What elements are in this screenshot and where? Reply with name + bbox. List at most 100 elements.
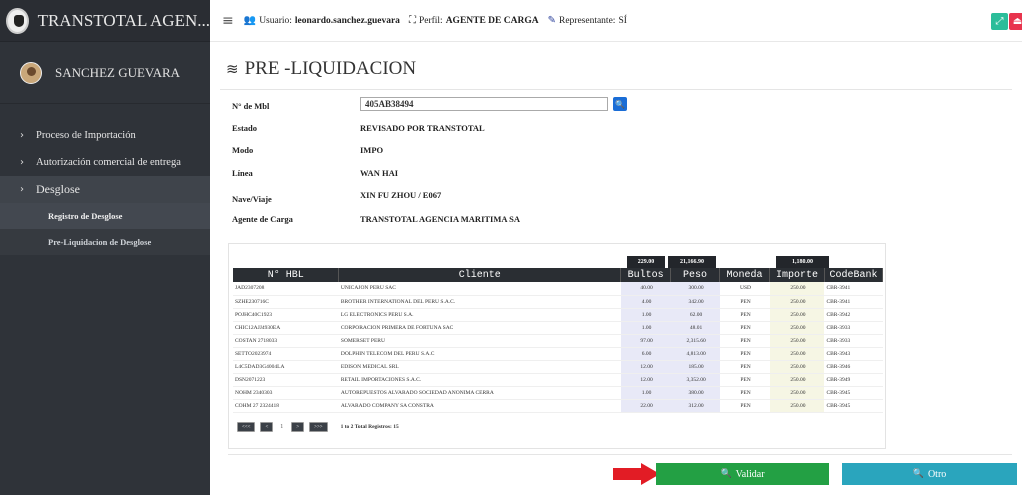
moneda-cell: PEN <box>719 360 770 374</box>
next-page-button[interactable]: > <box>291 422 305 432</box>
logout-icon[interactable]: ⏏ <box>1009 13 1022 30</box>
sidebar-item-proceso-importacion[interactable]: › Proceso de Importación <box>0 122 210 149</box>
profile-label: Perfil: <box>418 15 443 26</box>
hbl-cell: L4C5DAD3G4004LA <box>233 360 339 374</box>
sidebar-menu: › Proceso de Importación › Autorización … <box>0 122 210 255</box>
codebank-cell: CBR-3933 <box>824 334 883 348</box>
total-bultos: 229.00 <box>627 256 665 268</box>
total-importe: 1,180.00 <box>776 256 829 268</box>
peso-cell: 312.00 <box>670 399 720 413</box>
codebank-cell: CBR-3946 <box>824 360 883 374</box>
moneda-cell: PEN <box>719 386 770 400</box>
moneda-cell: PEN <box>719 373 770 387</box>
brand-logo <box>6 7 29 34</box>
sidebar-item-label: Proceso de Importación <box>36 130 136 141</box>
bultos-cell: 12.00 <box>620 373 671 387</box>
main-content: ≋ PRE -LIQUIDACION N° de Mbl 405AB38494 … <box>210 42 1022 495</box>
importe-cell: 250.00 <box>769 321 825 335</box>
codebank-cell: CBR-3942 <box>824 308 883 322</box>
hbl-cell: SZHE230716C <box>233 295 339 309</box>
last-page-button[interactable]: >>> <box>309 422 328 432</box>
brand-header[interactable]: TRANSTOTAL AGEN... <box>0 0 210 42</box>
profile-value: AGENTE DE CARGA <box>445 15 539 26</box>
codebank-cell: CBR-3941 <box>824 295 883 309</box>
hbl-cell: SETTO2023974 <box>233 347 339 361</box>
validar-button[interactable]: 🔍 Validar <box>656 463 829 485</box>
cliente-cell: LG ELECTRONICS PERU S.A. <box>338 308 621 322</box>
otro-label: Otro <box>927 468 947 480</box>
sitemap-icon: ⛶ <box>408 15 416 26</box>
col-header-cliente[interactable]: Cliente <box>338 268 622 282</box>
otro-button[interactable]: 🔍 Otro <box>842 463 1017 485</box>
search-icon: 🔍 <box>720 469 732 479</box>
users-icon: 👥 <box>243 15 257 26</box>
table-row[interactable]: COHM 27 2324418 ALVARADO COMPANY SA CONST… <box>233 399 883 413</box>
table-row[interactable]: JAD2307208 UNICAJON PERU SAC 40.00 300.00 US… <box>233 282 883 296</box>
moneda-cell: PEN <box>719 399 770 413</box>
moneda-cell: PEN <box>719 321 770 335</box>
table-row[interactable]: COSTAN 2718033 SOMERSET PERU 97.00 2,315.60… <box>233 334 883 348</box>
cliente-cell: BROTHER INTERNATIONAL DEL PERU S.A.C. <box>338 295 621 309</box>
first-page-button[interactable]: <<< <box>237 422 256 432</box>
mbl-input[interactable]: 405AB38494 <box>360 97 608 111</box>
estado-value: REVISADO POR TRANSTOTAL <box>360 123 485 133</box>
search-icon[interactable]: 🔍 <box>613 97 627 111</box>
bultos-cell: 6.00 <box>620 347 671 361</box>
prev-page-button[interactable]: < <box>260 422 274 432</box>
importe-cell: 250.00 <box>769 334 825 348</box>
col-header-importe[interactable]: Importe <box>769 268 825 282</box>
modo-label: Modo <box>232 145 254 155</box>
submenu-item-preliquidacion[interactable]: Pre-Liquidacion de Desglose <box>0 229 210 255</box>
moneda-cell: PEN <box>719 334 770 348</box>
table-row[interactable]: NOHM 2340303 AUTOREPUESTOS ALVARADO SOCIE… <box>233 386 883 400</box>
cliente-cell: CORPORACION PRIMERA DE FORTUNA SAC <box>338 321 621 335</box>
agente-value: TRANSTOTAL AGENCIA MARITIMA SA <box>360 214 521 224</box>
col-header-codebank[interactable]: CodeBank <box>824 268 884 282</box>
table-row[interactable]: L4C5DAD3G4004LA EDISON MEDICAL SRL 12.00 18… <box>233 360 883 374</box>
moneda-cell: PEN <box>719 308 770 322</box>
peso-cell: 300.00 <box>670 282 720 296</box>
cliente-cell: SOMERSET PERU <box>338 334 621 348</box>
sidebar-item-autorizacion[interactable]: › Autorización comercial de entrega <box>0 149 210 176</box>
col-header-moneda[interactable]: Moneda <box>719 268 770 282</box>
hamburger-menu-icon[interactable]: ≡ <box>222 13 234 29</box>
estado-label: Estado <box>232 123 258 133</box>
codebank-cell: CBR-3933 <box>824 321 883 335</box>
hbl-cell: COSTAN 2718033 <box>233 334 339 348</box>
codebank-cell: CBR-3945 <box>824 386 883 400</box>
sidebar-item-desglose[interactable]: › Desglose <box>0 176 210 203</box>
importe-cell: 250.00 <box>769 386 825 400</box>
bultos-cell: 12.00 <box>620 360 671 374</box>
fullscreen-icon[interactable]: ⤢ <box>991 13 1008 30</box>
hbl-cell: JAD2307208 <box>233 282 339 296</box>
col-header-peso[interactable]: Peso <box>670 268 721 282</box>
brand-title: TRANSTOTAL AGEN... <box>37 10 210 30</box>
hbl-cell: COHM 27 2324418 <box>233 399 339 413</box>
hbl-table: N° HBL Cliente Bultos Peso Moneda Import… <box>233 268 884 413</box>
moneda-cell: PEN <box>719 347 770 361</box>
hbl-cell: POJHC40C1923 <box>233 308 339 322</box>
user-edit-icon: ✎ <box>547 15 556 26</box>
codebank-cell: CBR-3949 <box>824 373 883 387</box>
table-row[interactable]: SETTO2023974 DOLPHIN TELECOM DEL PERU S.A… <box>233 347 883 361</box>
agente-label: Agente de Carga <box>232 214 293 224</box>
col-header-bultos[interactable]: Bultos <box>620 268 672 282</box>
moneda-cell: PEN <box>719 295 770 309</box>
total-peso: 21,166.90 <box>668 256 716 268</box>
pagination: <<< < 1 > >>> 1 to 2 Total Registros: 15 <box>237 422 399 432</box>
user-name: SANCHEZ GUEVARA <box>55 64 181 80</box>
table-row[interactable]: POJHC40C1923 LG ELECTRONICS PERU S.A. 1.00… <box>233 308 883 322</box>
divider <box>228 454 1012 455</box>
col-header-hbl[interactable]: N° HBL <box>233 268 340 282</box>
table-row[interactable]: SZHE230716C BROTHER INTERNATIONAL DEL PER… <box>233 295 883 309</box>
table-row[interactable]: CHIC12AJJ4930EA CORPORACION PRIMERA DE FO… <box>233 321 883 335</box>
cliente-cell: EDISON MEDICAL SRL <box>338 360 621 374</box>
codebank-cell: CBR-3943 <box>824 347 883 361</box>
submenu-item-registro-desglose[interactable]: Registro de Desglose <box>0 203 210 229</box>
desglose-submenu: Registro de Desglose Pre-Liquidacion de … <box>0 203 210 255</box>
table-header-row: N° HBL Cliente Bultos Peso Moneda Import… <box>233 268 884 282</box>
hbl-cell: NOHM 2340303 <box>233 386 339 400</box>
table-row[interactable]: DSN2071223 RETAIL IMPORTACIONES S.A.C. 12.… <box>233 373 883 387</box>
peso-cell: 4,813.00 <box>670 347 720 361</box>
page-title: ≋ PRE -LIQUIDACION <box>226 58 416 80</box>
